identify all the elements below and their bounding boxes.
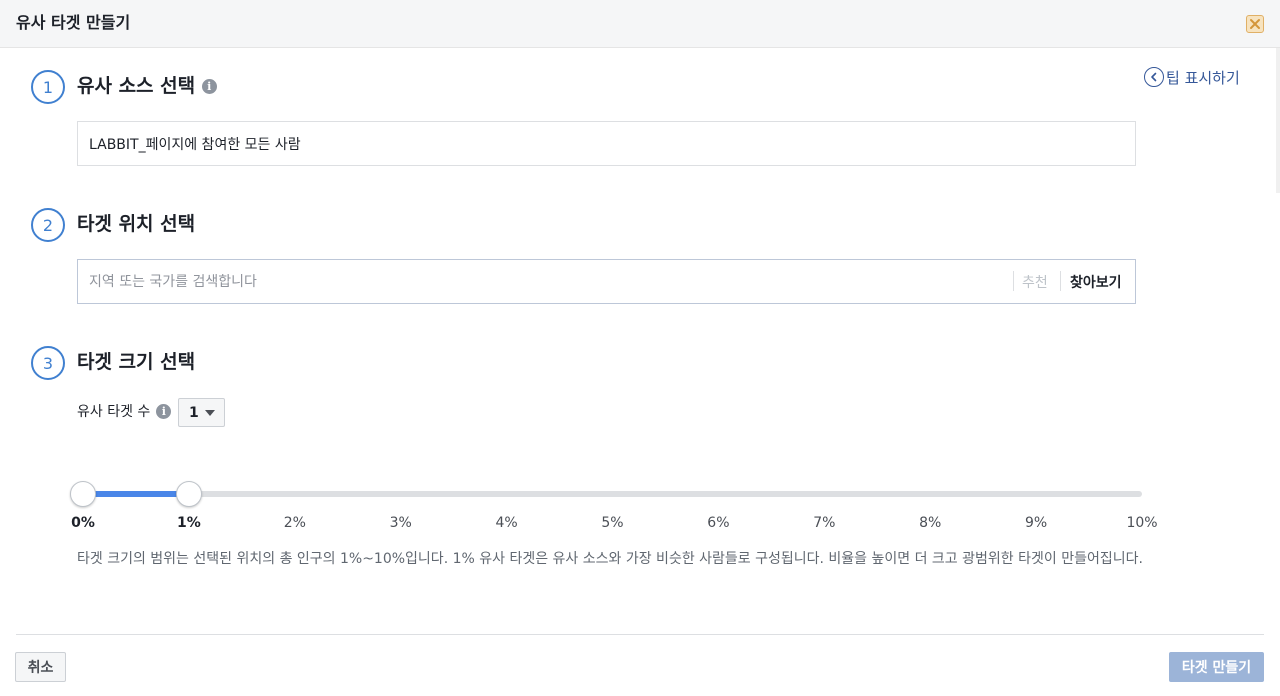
size-slider-max-handle[interactable] [175,481,202,507]
dialog-title: 유사 타겟 만들기 [16,13,131,32]
close-icon [1250,19,1260,29]
scrollbar[interactable] [1276,48,1280,193]
size-slider-track[interactable] [83,491,1142,497]
audience-count-label: 유사 타겟 수 i [77,401,172,421]
divider [1013,271,1014,291]
recommend-button[interactable]: 추천 [1022,272,1048,292]
audience-count-value: 1 [189,404,199,421]
size-description: 타겟 크기의 범위는 선택된 위치의 총 인구의 1%~10%입니다. 1% 유… [77,551,1143,567]
audience-count-text: 유사 타겟 수 [77,404,151,420]
size-slider-fill [83,491,189,497]
location-search-box: 추천 찾아보기 [77,259,1136,304]
info-icon[interactable]: i [156,403,172,419]
source-field[interactable]: LABBIT_페이지에 참여한 모든 사람 [77,121,1136,166]
slider-tick-label: 4% [495,515,518,531]
dialog-header: 유사 타겟 만들기 [0,0,1280,48]
slider-tick-label: 3% [389,515,412,531]
chevron-left-circle-icon [1144,67,1164,87]
browse-button[interactable]: 찾아보기 [1070,272,1122,292]
size-slider-min-handle[interactable] [70,481,96,507]
create-audience-button[interactable]: 타겟 만들기 [1169,652,1264,682]
slider-tick-label: 0% [71,515,95,531]
step-2-number: 2 [31,208,65,242]
slider-tick-label: 5% [601,515,624,531]
footer-divider [16,634,1264,635]
tip-link-label: 팁 표시하기 [1166,68,1240,87]
slider-tick-label: 2% [283,515,306,531]
step-1-title: 유사 소스 선택 i [77,73,217,99]
close-button[interactable] [1246,15,1264,33]
audience-count-select[interactable]: 1 [178,398,225,427]
slider-tick-label: 7% [813,515,836,531]
step-3-number: 3 [31,346,65,380]
location-search-input[interactable] [89,272,989,292]
step-1-number: 1 [31,70,65,104]
caret-down-icon [204,409,215,416]
slider-tick-label: 1% [177,515,201,531]
cancel-button[interactable]: 취소 [15,652,66,682]
step-1-title-text: 유사 소스 선택 [77,75,196,97]
slider-tick-label: 8% [919,515,942,531]
slider-tick-label: 6% [707,515,730,531]
step-2-title: 타겟 위치 선택 [77,213,196,235]
slider-tick-label: 9% [1024,515,1048,531]
divider [1060,271,1061,291]
source-value: LABBIT_페이지에 참여한 모든 사람 [89,136,301,153]
step-3-title: 타겟 크기 선택 [77,351,196,373]
slider-tick-label: 10% [1126,515,1158,531]
info-icon[interactable]: i [201,79,217,94]
tip-link[interactable]: 팁 표시하기 [1144,66,1240,88]
